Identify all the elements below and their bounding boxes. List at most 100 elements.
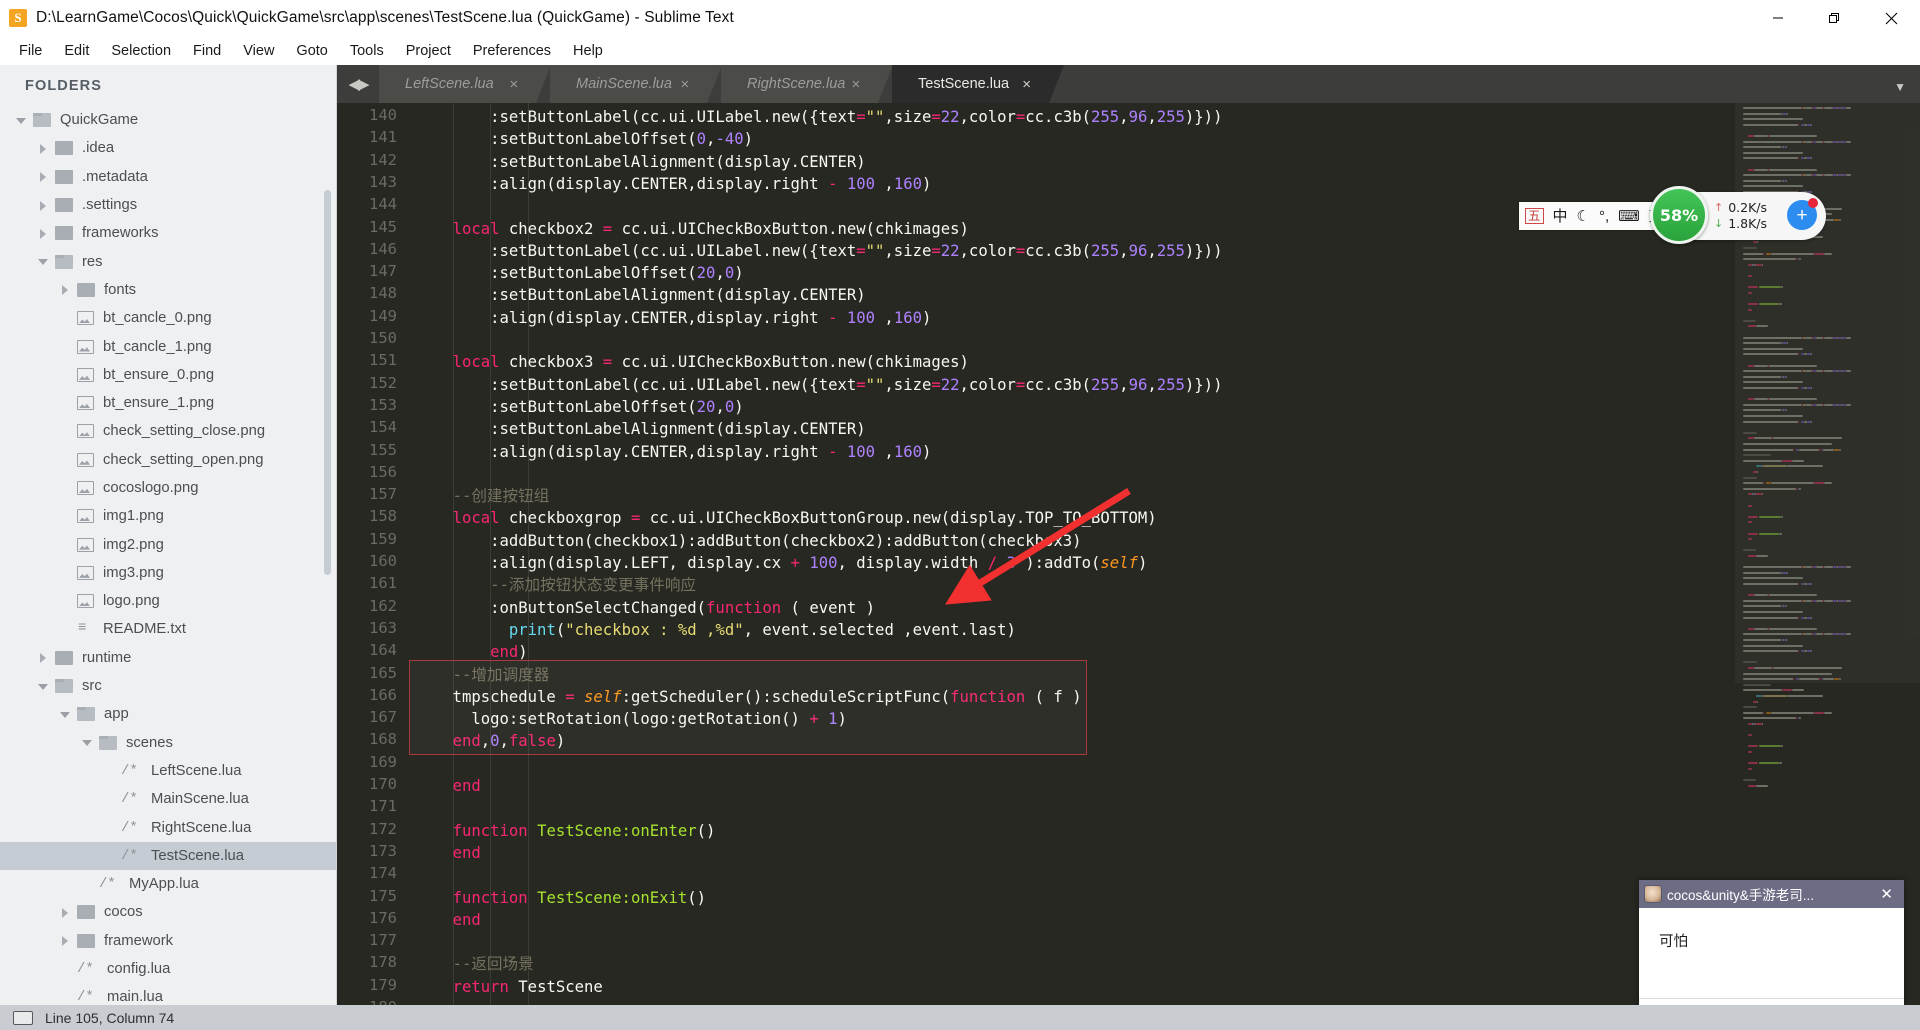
tab-close-icon[interactable]: × [680, 76, 689, 93]
keyboard-icon[interactable]: ⌨ [1618, 209, 1640, 224]
chevron-right-icon[interactable] [60, 935, 71, 947]
cpu-usage-ball[interactable]: 58% [1650, 186, 1708, 244]
tab-testscene-lua[interactable]: TestScene.lua × [892, 65, 1064, 103]
chevron-right-icon[interactable] [38, 200, 49, 211]
code-line[interactable]: logo:setRotation(logo:getRotation() + 1) [415, 708, 847, 730]
code-line[interactable]: :align(display.LEFT, display.cx + 100, d… [415, 552, 1147, 574]
menu-item-project[interactable]: Project [395, 40, 462, 62]
menu-item-goto[interactable]: Goto [285, 40, 338, 62]
tree-item-app[interactable]: app [0, 700, 337, 728]
tab-leftscene-lua[interactable]: LeftScene.lua × [379, 65, 551, 103]
tab-rightscene-lua[interactable]: RightScene.lua × [721, 65, 893, 103]
code-line[interactable]: tmpschedule = self:getScheduler():schedu… [415, 686, 1082, 708]
menu-item-tools[interactable]: Tools [339, 40, 395, 62]
code-line[interactable]: function TestScene:onEnter() [415, 820, 716, 842]
code-line[interactable]: end [415, 842, 481, 864]
code-line[interactable]: end,0,false) [415, 730, 566, 752]
code-line[interactable]: local checkboxgrop = cc.ui.UICheckBoxBut… [415, 507, 1157, 529]
chevron-down-icon[interactable] [38, 681, 49, 692]
chevron-right-icon[interactable] [60, 907, 71, 918]
minimize-button[interactable] [1749, 0, 1806, 36]
tab-nav-arrows-icon[interactable]: ◀▶ [337, 65, 379, 103]
maximize-button[interactable] [1806, 0, 1863, 36]
code-line[interactable]: --增加调度器 [415, 664, 550, 686]
menu-item-help[interactable]: Help [562, 40, 614, 62]
tree-item-mainscene-lua[interactable]: /* MainScene.lua [0, 785, 337, 813]
tree-item-readme-txt[interactable]: README.txt [0, 615, 337, 643]
close-button[interactable] [1863, 0, 1920, 36]
sidebar-file-tree[interactable]: FOLDERS QuickGame .idea .metadata .settings… [0, 65, 337, 1005]
tree-item-rightscene-lua[interactable]: /* RightScene.lua [0, 813, 337, 841]
tree-item-leftscene-lua[interactable]: /* LeftScene.lua [0, 757, 337, 785]
code-line[interactable]: print("checkbox : %d ,%d", event.selecte… [415, 619, 1016, 641]
code-line[interactable]: local checkbox3 = cc.ui.UICheckBoxButton… [415, 351, 969, 373]
code-line[interactable]: --添加按钮状态变更事件响应 [415, 574, 696, 596]
chevron-right-icon[interactable] [38, 171, 49, 183]
tree-item-bt-cancle-1-png[interactable]: bt_cancle_1.png [0, 332, 337, 360]
tree-item-framework[interactable]: framework [0, 927, 337, 955]
tab-close-icon[interactable]: × [509, 76, 518, 93]
menu-item-find[interactable]: Find [182, 40, 232, 62]
code-line[interactable]: function TestScene:onExit() [415, 887, 707, 909]
tree-item-bt-ensure-0-png[interactable]: bt_ensure_0.png [0, 361, 337, 389]
code-line[interactable]: :setButtonLabelOffset(20,0) [415, 262, 744, 284]
code-line[interactable]: :setButtonLabel(cc.ui.UILabel.new({text=… [415, 106, 1222, 128]
tree-item--idea[interactable]: .idea [0, 134, 337, 162]
tree-item-check-setting-close-png[interactable]: check_setting_close.png [0, 417, 337, 445]
code-line[interactable]: :align(display.CENTER,display.right - 10… [415, 173, 931, 195]
tab-close-icon[interactable]: × [851, 76, 860, 93]
tree-item-config-lua[interactable]: /* config.lua [0, 955, 337, 983]
code-line[interactable]: :setButtonLabel(cc.ui.UILabel.new({text=… [415, 374, 1222, 396]
code-line[interactable]: --创建按钮组 [415, 485, 550, 507]
chevron-right-icon[interactable] [60, 284, 71, 296]
code-line[interactable]: local checkbox2 = cc.ui.UICheckBoxButton… [415, 218, 969, 240]
menu-item-selection[interactable]: Selection [100, 40, 182, 62]
code-line[interactable]: :onButtonSelectChanged(function ( event … [415, 597, 875, 619]
chinese-mode-icon[interactable]: 中 [1553, 209, 1568, 224]
code-line[interactable]: return TestScene [415, 976, 603, 998]
tab-close-icon[interactable]: × [1022, 76, 1031, 93]
chevron-down-icon[interactable] [60, 709, 71, 720]
tree-item--metadata[interactable]: .metadata [0, 163, 337, 191]
code-line[interactable]: :setButtonLabelAlignment(display.CENTER) [415, 151, 866, 173]
code-line[interactable]: :setButtonLabelAlignment(display.CENTER) [415, 418, 866, 440]
menu-item-preferences[interactable]: Preferences [462, 40, 562, 62]
tree-item-img3-png[interactable]: img3.png [0, 559, 337, 587]
tree-item-img1-png[interactable]: img1.png [0, 502, 337, 530]
chevron-right-icon[interactable] [38, 652, 49, 664]
folder-tree[interactable]: QuickGame .idea .metadata .settings framewor… [0, 106, 337, 1005]
code-line[interactable]: :align(display.CENTER,display.right - 10… [415, 307, 931, 329]
chevron-right-icon[interactable] [38, 143, 49, 154]
tree-item-logo-png[interactable]: logo.png [0, 587, 337, 615]
tree-item-src[interactable]: src [0, 672, 337, 700]
code-line[interactable]: :align(display.CENTER,display.right - 10… [415, 441, 931, 463]
menu-item-edit[interactable]: Edit [53, 40, 100, 62]
wubi-mode-icon[interactable]: 五 [1525, 207, 1544, 225]
tree-item--settings[interactable]: .settings [0, 191, 337, 219]
tree-item-quickgame[interactable]: QuickGame [0, 106, 337, 134]
code-line[interactable]: :setButtonLabelOffset(20,0) [415, 396, 744, 418]
code-line[interactable]: end [415, 909, 481, 931]
tree-item-check-setting-open-png[interactable]: check_setting_open.png [0, 446, 337, 474]
tree-item-fonts[interactable]: fonts [0, 276, 337, 304]
code-line[interactable]: :setButtonLabelOffset(0,-40) [415, 128, 753, 150]
menu-item-view[interactable]: View [232, 40, 285, 62]
tree-item-cocos[interactable]: cocos [0, 898, 337, 926]
tree-item-bt-cancle-0-png[interactable]: bt_cancle_0.png [0, 304, 337, 332]
chevron-right-icon[interactable] [38, 228, 49, 239]
tree-item-img2-png[interactable]: img2.png [0, 530, 337, 558]
chevron-down-icon[interactable] [82, 737, 93, 748]
code-line[interactable]: :setButtonLabelAlignment(display.CENTER) [415, 284, 866, 306]
tree-item-main-lua[interactable]: /* main.lua [0, 983, 337, 1005]
tab-overflow-menu-icon[interactable]: ▼ [1894, 80, 1906, 94]
code-line[interactable]: --返回场景 [415, 953, 534, 975]
close-icon[interactable]: ✕ [1874, 885, 1899, 903]
code-line[interactable]: :addButton(checkbox1):addButton(checkbox… [415, 530, 1081, 552]
code-line[interactable]: :setButtonLabel(cc.ui.UILabel.new({text=… [415, 240, 1222, 262]
tree-item-frameworks[interactable]: frameworks [0, 219, 337, 247]
moon-icon[interactable]: ☾ [1577, 209, 1590, 224]
tree-item-runtime[interactable]: runtime [0, 644, 337, 672]
sidebar-scrollbar[interactable] [324, 190, 331, 575]
tree-item-testscene-lua[interactable]: /* TestScene.lua [0, 841, 337, 871]
tab-mainscene-lua[interactable]: MainScene.lua × [550, 65, 722, 103]
